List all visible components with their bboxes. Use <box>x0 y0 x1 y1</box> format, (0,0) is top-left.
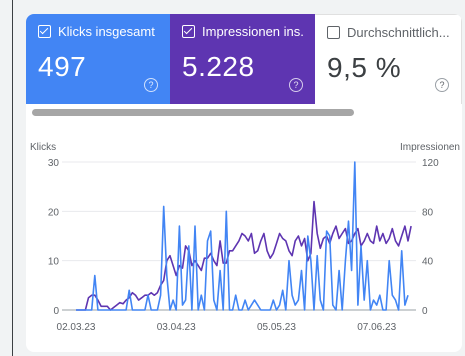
right-tick-label: 120 <box>422 158 439 169</box>
performance-chart: 30 120 20 80 10 40 0 0 02.03.23 03.04.23 05.05.23 0… <box>48 158 439 333</box>
x-tick-label: 07.06.23 <box>357 322 396 333</box>
left-tick-label: 30 <box>48 158 60 169</box>
series-line-clicks <box>76 161 409 311</box>
right-tick-label: 40 <box>422 257 434 268</box>
right-tick-label: 0 <box>422 306 428 317</box>
window-edge-line <box>12 0 13 356</box>
x-tick-label: 05.05.23 <box>257 322 296 333</box>
left-tick-label: 0 <box>53 306 59 317</box>
x-tick-label: 02.03.23 <box>57 322 96 333</box>
left-tick-label: 10 <box>48 257 60 268</box>
x-tick-label: 03.04.23 <box>157 322 196 333</box>
left-tick-label: 20 <box>48 207 60 218</box>
right-tick-label: 80 <box>422 207 434 218</box>
performance-card: Klicks insgesamt 497 ? Impressionen ins.… <box>26 14 462 352</box>
